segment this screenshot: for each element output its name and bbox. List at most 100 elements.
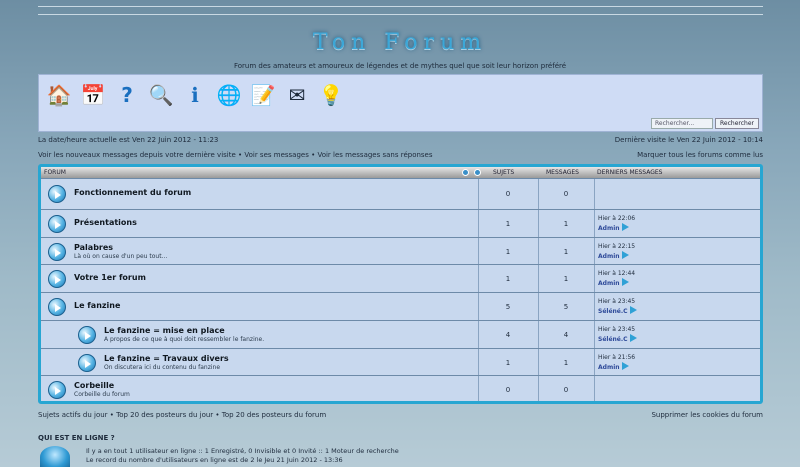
message-count: 1: [563, 359, 569, 367]
last-post-time: Hier à 23:45: [598, 326, 636, 333]
who-online-text: Il y a en tout 1 utilisateur en ligne ::…: [86, 447, 399, 465]
topic-count: 5: [505, 303, 511, 311]
go-to-last-post-icon[interactable]: [621, 251, 629, 259]
last-post-info: Hier à 21:56 Admin: [598, 353, 635, 372]
message-count: 0: [563, 190, 569, 198]
message-count: 1: [563, 275, 569, 283]
forum-title-link[interactable]: Le fanzine = mise en place: [104, 326, 225, 335]
header-last-posts: DERNIERS MESSAGES: [597, 169, 663, 176]
last-post-info: Hier à 22:06 Admin: [598, 214, 635, 233]
date-bar: La date/heure actuelle est Ven 22 Juin 2…: [38, 136, 763, 144]
last-post-author-link[interactable]: Admin: [598, 280, 620, 287]
last-post-author-link[interactable]: Admin: [598, 253, 620, 260]
topic-count: 1: [505, 275, 511, 283]
forum-row: Présentations 1 1 Hier à 22:06 Admin: [41, 209, 760, 237]
forum-description: On discutera ici du contenu du fanzine: [104, 364, 221, 371]
search-input[interactable]: Rechercher...: [651, 118, 713, 129]
forum-status-icon: [48, 185, 66, 203]
message-count: 4: [563, 331, 569, 339]
forum-row: Palabres Là où on cause d'un peu tout... 1…: [41, 237, 760, 265]
header-topics: SUJETS: [493, 169, 515, 176]
forum-title-link[interactable]: Palabres: [74, 243, 113, 252]
header-sort-icon-2: [474, 169, 481, 176]
go-to-last-post-icon[interactable]: [621, 278, 629, 286]
forum-title-link[interactable]: Le fanzine: [74, 301, 120, 310]
last-post-author-link[interactable]: Admin: [598, 225, 620, 232]
last-post-time: Hier à 21:56: [598, 354, 636, 361]
forum-title-link[interactable]: Le fanzine = Travaux divers: [104, 354, 229, 363]
go-to-last-post-icon[interactable]: [629, 306, 637, 314]
message-count: 5: [563, 303, 569, 311]
forum-row: Corbeille Corbeille du forum 0 0: [41, 375, 760, 403]
online-users-icon: [40, 446, 70, 467]
forum-row: Le fanzine = Travaux divers On discutera …: [41, 348, 760, 376]
member-icon[interactable]: ℹ: [181, 81, 209, 109]
last-post-author-link[interactable]: Admin: [598, 364, 620, 371]
messages-icon[interactable]: ✉: [283, 81, 311, 109]
forum-status-icon: [48, 243, 66, 261]
navigation-bar: 🏠 📅 ? 🔍 ℹ 🌐 📝 ✉ 💡 Rechercher... Recherch…: [38, 74, 763, 132]
last-post-time: Hier à 22:06: [598, 215, 636, 222]
message-count: 1: [563, 220, 569, 228]
topic-count: 1: [505, 359, 511, 367]
forum-title-link[interactable]: Corbeille: [74, 381, 114, 390]
quick-links: Voir les nouveaux messages depuis votre …: [38, 151, 763, 159]
forum-status-icon: [48, 298, 66, 316]
forum-row: Fonctionnement du forum 0 0: [41, 178, 760, 209]
last-post-time: Hier à 23:45: [598, 298, 636, 305]
last-post-time: Hier à 12:44: [598, 270, 636, 277]
delete-cookies-link[interactable]: Supprimer les cookies du forum: [651, 411, 763, 419]
home-icon[interactable]: 🏠: [45, 81, 73, 109]
forum-status-icon: [48, 381, 66, 399]
forum-status-icon: [48, 215, 66, 233]
forum-title-link[interactable]: Fonctionnement du forum: [74, 188, 191, 197]
stats-links[interactable]: Sujets actifs du jour • Top 20 des poste…: [38, 411, 326, 419]
login-icon[interactable]: 💡: [317, 81, 345, 109]
faq-icon[interactable]: ?: [113, 81, 141, 109]
forum-status-icon: [78, 326, 96, 344]
who-online-line1: Il y a en tout 1 utilisateur en ligne ::…: [86, 447, 399, 455]
forum-description: Là où on cause d'un peu tout...: [74, 253, 168, 260]
calendar-icon[interactable]: 📅: [79, 81, 107, 109]
go-to-last-post-icon[interactable]: [629, 334, 637, 342]
last-post-time: Hier à 22:15: [598, 243, 636, 250]
top-divider: [38, 6, 763, 7]
last-post-info: Hier à 23:45 Séléné.C: [598, 297, 637, 316]
go-to-last-post-icon[interactable]: [621, 223, 629, 231]
groups-icon[interactable]: 🌐: [215, 81, 243, 109]
forum-description: A propos de ce que à quoi doit ressemble…: [104, 336, 265, 343]
search-icon[interactable]: 🔍: [147, 81, 175, 109]
mark-all-read-link[interactable]: Marquer tous les forums comme lus: [637, 151, 763, 159]
forum-tagline: Forum des amateurs et amoureux de légend…: [233, 62, 567, 70]
go-to-last-post-icon[interactable]: [621, 362, 629, 370]
new-messages-links[interactable]: Voir les nouveaux messages depuis votre …: [38, 151, 433, 159]
last-post-author-link[interactable]: Séléné.C: [598, 308, 628, 315]
forum-logo[interactable]: Ton Forum: [0, 30, 800, 55]
forum-list: FORUM SUJETS MESSAGES DERNIERS MESSAGES …: [38, 164, 763, 404]
topic-count: 4: [505, 331, 511, 339]
forum-title-link[interactable]: Présentations: [74, 218, 137, 227]
last-post-info: Hier à 22:15 Admin: [598, 242, 635, 261]
who-online-line2: Le record du nombre d'utilisateurs en li…: [86, 456, 343, 464]
topic-count: 0: [505, 190, 511, 198]
message-count: 1: [563, 248, 569, 256]
topic-count: 1: [505, 248, 511, 256]
last-post-info: Hier à 12:44 Admin: [598, 269, 635, 288]
message-count: 0: [563, 386, 569, 394]
profile-icon[interactable]: 📝: [249, 81, 277, 109]
current-date: La date/heure actuelle est Ven 22 Juin 2…: [38, 136, 219, 144]
who-online-title: QUI EST EN LIGNE ?: [38, 434, 115, 442]
header-sort-icon: [462, 169, 469, 176]
forum-status-icon: [78, 354, 96, 372]
nav-icon-row: 🏠 📅 ? 🔍 ℹ 🌐 📝 ✉ 💡: [45, 81, 345, 109]
forum-title-link[interactable]: Votre 1er forum: [74, 273, 146, 282]
top-divider-2: [38, 14, 763, 15]
last-post-author-link[interactable]: Séléné.C: [598, 336, 628, 343]
forum-description: Corbeille du forum: [74, 391, 130, 398]
forum-status-icon: [48, 270, 66, 288]
footer-links: Sujets actifs du jour • Top 20 des poste…: [38, 411, 763, 419]
header-forum: FORUM: [44, 169, 66, 176]
forum-list-header: FORUM SUJETS MESSAGES DERNIERS MESSAGES: [41, 167, 760, 178]
forum-row: Le fanzine = mise en place A propos de ce…: [41, 320, 760, 348]
search-button[interactable]: Rechercher: [715, 118, 759, 129]
